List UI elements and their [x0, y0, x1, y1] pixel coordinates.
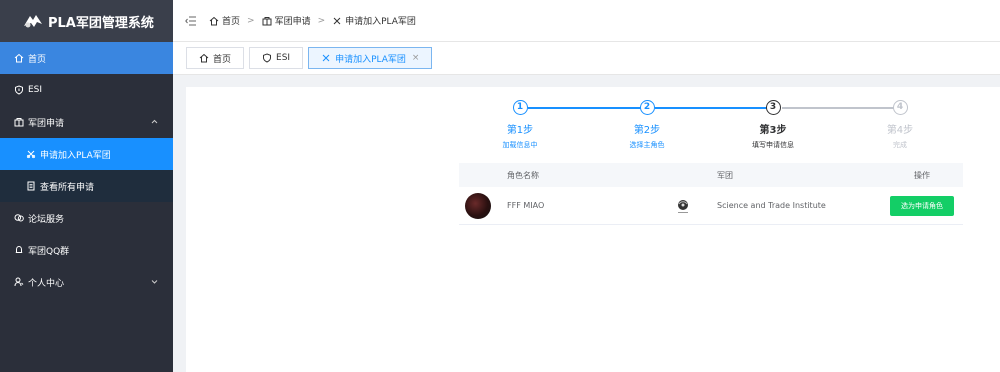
home-icon	[209, 16, 219, 26]
column-header-character: 角色名称	[507, 170, 539, 180]
step-title: 第4步	[886, 125, 914, 136]
step-number: 4	[892, 100, 908, 115]
tab-esi[interactable]: ESI	[249, 47, 304, 69]
tab-home[interactable]: 首页	[186, 47, 245, 69]
join-icon	[26, 149, 36, 159]
tab-label: ESI	[276, 53, 291, 63]
sidebar-item-profile[interactable]: 个人中心	[0, 266, 173, 298]
character-table: 角色名称 军团 操作 FFF MIAO Science and Trade In…	[459, 163, 963, 225]
shield-icon	[14, 85, 24, 95]
chevron-up-icon	[151, 119, 158, 124]
step-4: 4 第4步 完成	[850, 100, 950, 150]
breadcrumb-item-home[interactable]: 首页	[222, 14, 240, 27]
sidebar-subitem-label: 查看所有申请	[40, 182, 95, 193]
breadcrumb-separator: >	[317, 15, 326, 26]
tab-label: 申请加入PLA军团	[335, 54, 406, 65]
home-icon	[199, 53, 209, 63]
step-3: 3 第3步 填写申请信息	[723, 100, 823, 150]
user-icon	[14, 277, 24, 287]
select-character-button[interactable]: 选为申请角色	[890, 195, 954, 216]
character-cell: FFF MIAO	[459, 192, 709, 219]
tab-label: 首页	[213, 54, 232, 65]
table-row: FFF MIAO Science and Trade Institute 选为申…	[459, 187, 963, 225]
sidebar: PLA军团管理系统 首页 ESI 军团申请 申请加入PLA军团 查看所有申请 论…	[0, 0, 173, 372]
step-title: 第2步	[633, 125, 661, 136]
sidebar-item-qq-group[interactable]: 军团QQ群	[0, 234, 173, 266]
character-name: FFF MIAO	[507, 201, 545, 210]
step-desc: 选择主角色	[629, 141, 665, 149]
steps-progress: 1 第1步 加载信息中 2 第2步 选择主角色 3 第3步 填写申请信息 4 第…	[460, 100, 960, 155]
step-title: 第3步	[759, 125, 787, 136]
sidebar-subitem-label: 申请加入PLA军团	[40, 150, 111, 161]
home-icon	[14, 53, 24, 63]
sidebar-item-label: 军团申请	[28, 118, 65, 129]
sidebar-item-label: 军团QQ群	[28, 246, 70, 257]
tags-view: 首页 ESI 申请加入PLA军团 ×	[173, 42, 1000, 75]
sidebar-item-label: 个人中心	[28, 278, 65, 289]
chat-icon	[14, 213, 24, 223]
join-icon	[332, 16, 342, 26]
shield-icon	[262, 53, 272, 63]
sidebar-item-home[interactable]: 首页	[0, 42, 173, 74]
sidebar-subitem-view-all[interactable]: 查看所有申请	[0, 170, 173, 202]
step-number: 2	[639, 100, 655, 115]
group-icon	[14, 117, 24, 127]
step-1: 1 第1步 加载信息中	[470, 100, 570, 150]
chevron-down-icon	[151, 280, 158, 284]
top-navbar: 首页 > 军团申请 > 申请加入PLA军团	[173, 0, 1000, 42]
tab-join-pla[interactable]: 申请加入PLA军团 ×	[308, 47, 433, 69]
close-icon[interactable]: ×	[412, 53, 420, 63]
menu-fold-icon[interactable]	[185, 16, 197, 26]
sidebar-item-label: 首页	[28, 54, 47, 65]
breadcrumb-separator: >	[247, 15, 255, 26]
sidebar-item-label: ESI	[28, 85, 43, 95]
breadcrumb: 首页 > 军团申请 > 申请加入PLA军团	[209, 14, 416, 27]
column-header-action: 操作	[914, 170, 930, 180]
step-number: 3	[765, 100, 781, 115]
step-number: 1	[512, 100, 528, 115]
sidebar-item-corp-apply[interactable]: 军团申请	[0, 106, 173, 138]
breadcrumb-item-corp-apply[interactable]: 军团申请	[275, 14, 311, 27]
avatar	[465, 192, 491, 219]
step-title: 第1步	[506, 125, 534, 136]
corp-name: Science and Trade Institute	[717, 201, 826, 210]
step-2: 2 第2步 选择主角色	[597, 100, 697, 150]
column-header-corp: 军团	[717, 170, 733, 180]
action-cell: 选为申请角色	[881, 195, 963, 216]
app-logo[interactable]: PLA军团管理系统	[0, 0, 173, 42]
corp-logo-icon	[674, 197, 692, 215]
sidebar-item-forum[interactable]: 论坛服务	[0, 202, 173, 234]
step-desc: 填写申请信息	[752, 141, 794, 149]
step-desc: 完成	[893, 141, 907, 149]
group-icon	[262, 16, 272, 26]
bell-icon	[14, 245, 24, 255]
join-icon	[321, 53, 331, 63]
sidebar-subitem-join-pla[interactable]: 申请加入PLA军团	[0, 138, 173, 170]
logo-icon	[24, 15, 42, 28]
document-icon	[26, 181, 36, 191]
breadcrumb-item-join-pla: 申请加入PLA军团	[345, 17, 416, 27]
app-title: PLA军团管理系统	[48, 15, 154, 31]
table-header: 角色名称 军团 操作	[459, 163, 963, 187]
step-desc: 加载信息中	[502, 141, 538, 149]
sidebar-item-label: 论坛服务	[28, 214, 65, 225]
sidebar-item-esi[interactable]: ESI	[0, 74, 173, 106]
